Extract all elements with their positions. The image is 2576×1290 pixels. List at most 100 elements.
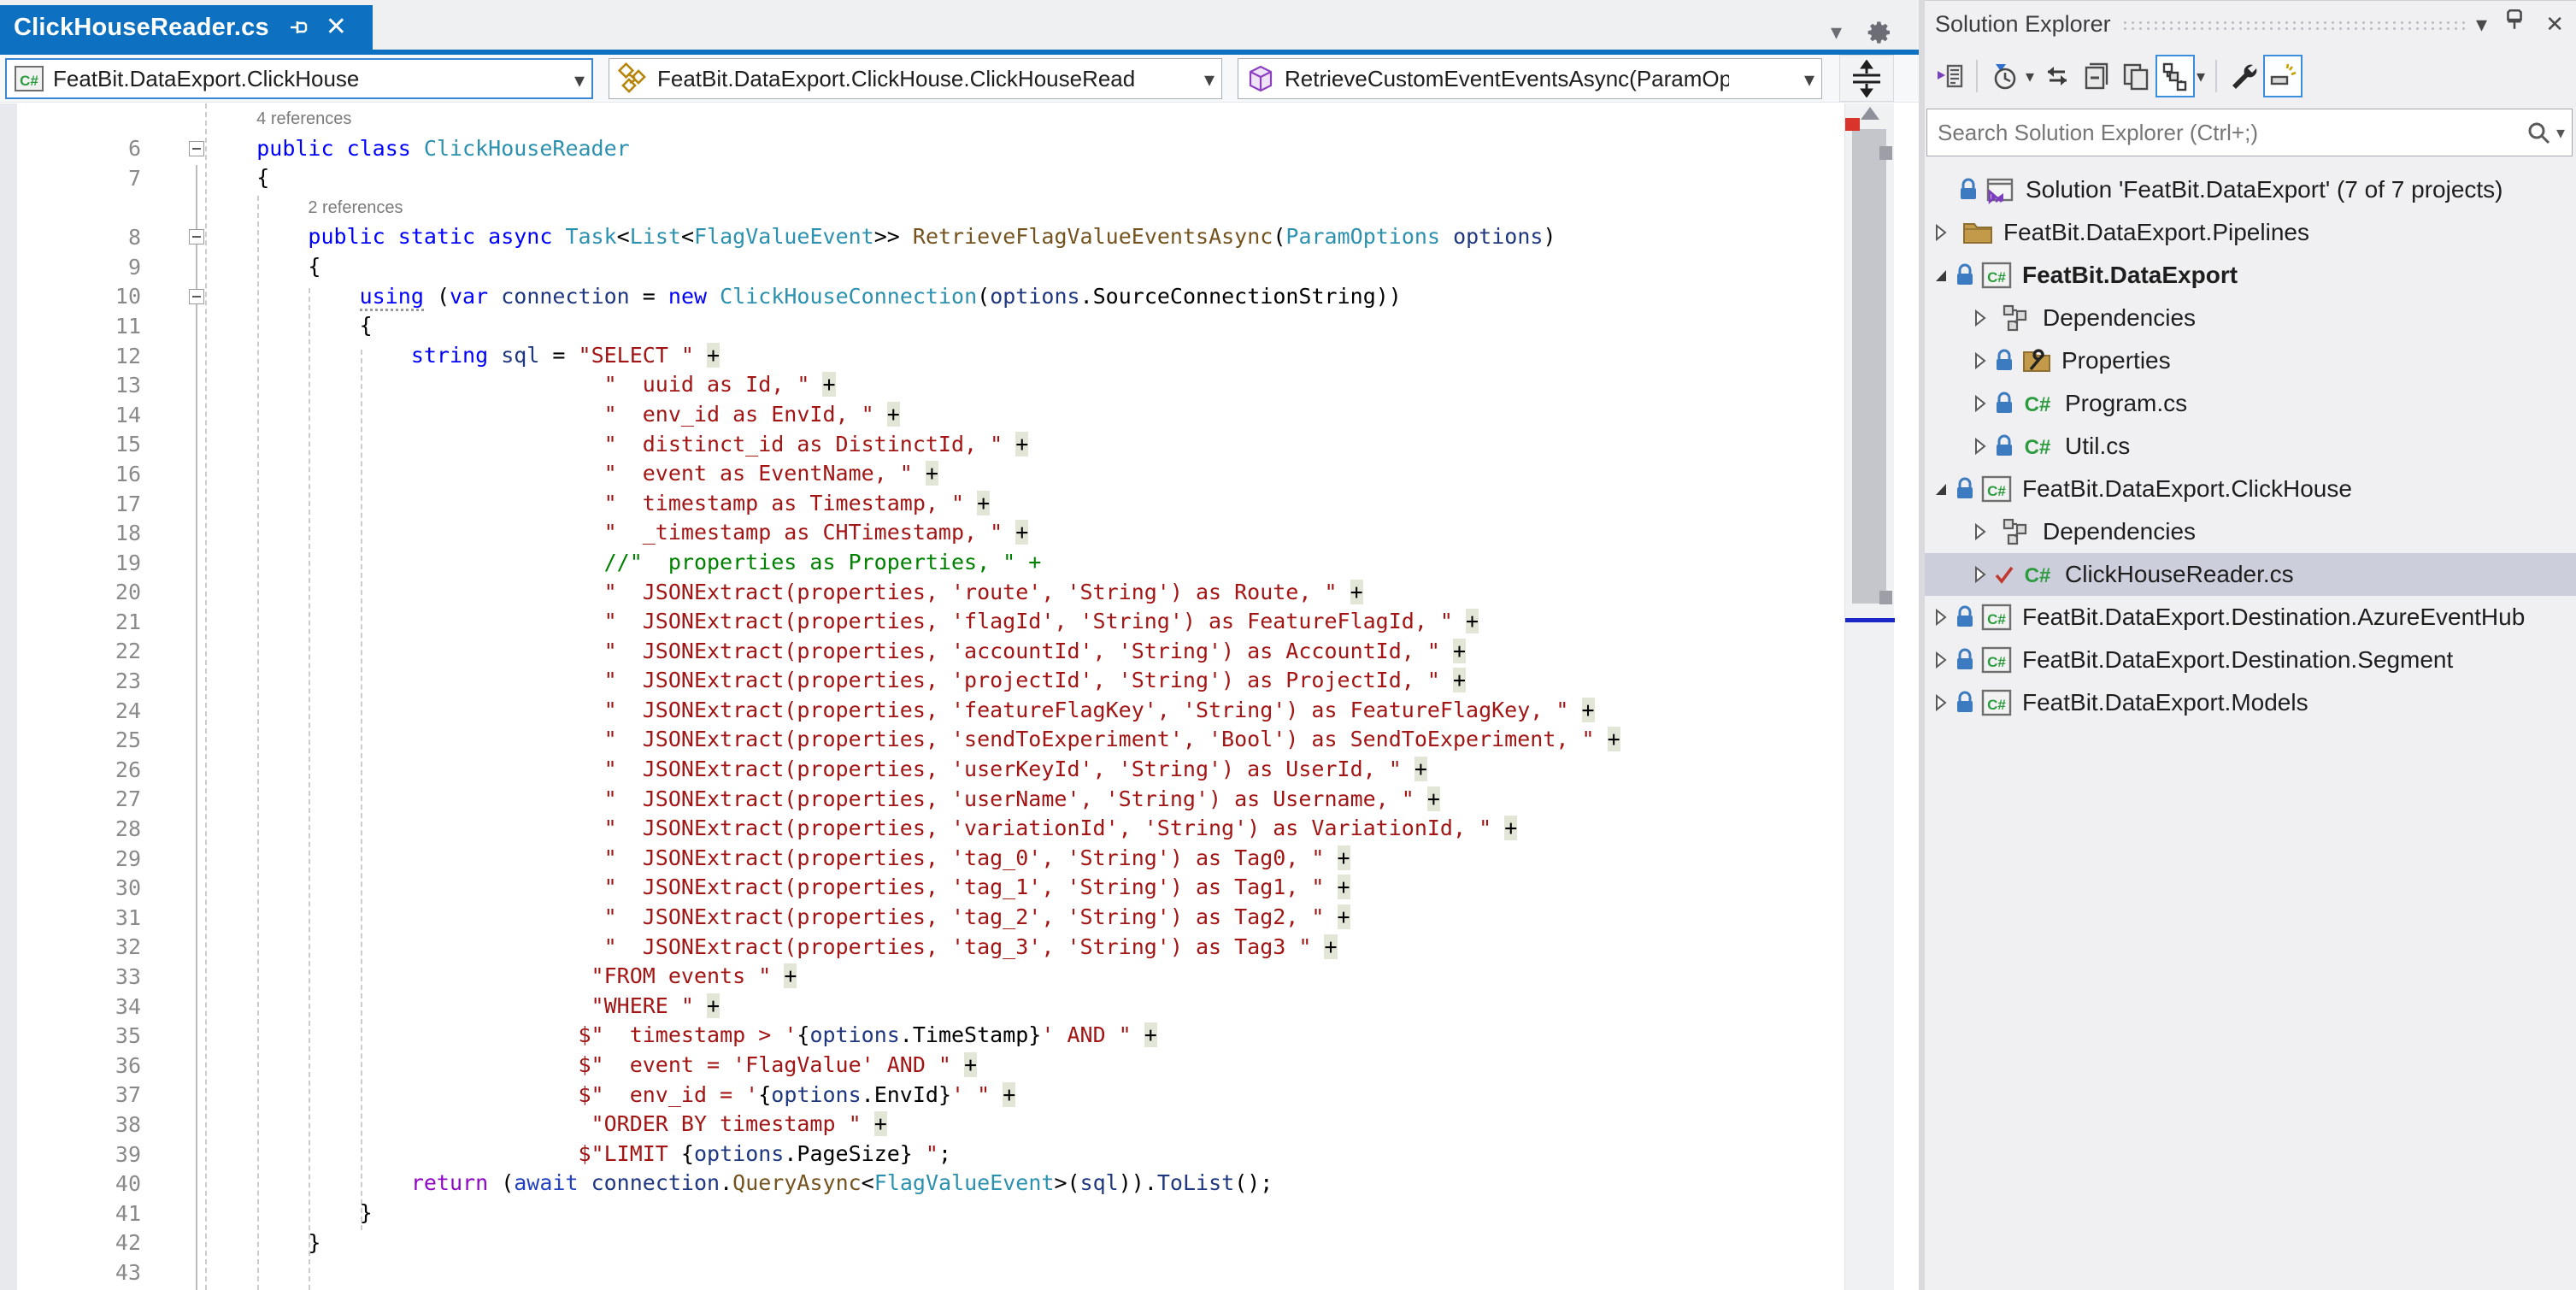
collapsed-arrow-icon[interactable]	[1967, 565, 1993, 584]
tree-item-featbit-dataexport-destination-segment[interactable]: C#FeatBit.DataExport.Destination.Segment	[1925, 639, 2576, 681]
tree-item-featbit-dataexport[interactable]: C#FeatBit.DataExport	[1925, 254, 2576, 297]
line-number[interactable]: 43	[0, 1260, 154, 1285]
line-number[interactable]: 19	[0, 551, 154, 575]
gear-icon[interactable]	[1866, 19, 1893, 46]
tree-item-clickhousereader-cs[interactable]: C#ClickHouseReader.cs	[1925, 553, 2576, 596]
collapsed-arrow-icon[interactable]	[1928, 223, 1954, 242]
pin-icon[interactable]	[2502, 8, 2526, 32]
code-line[interactable]: 17 " timestamp as Timestamp, " +	[0, 489, 1919, 519]
collapsed-arrow-icon[interactable]	[1967, 522, 1993, 541]
code-text[interactable]: public class ClickHouseReader	[205, 134, 630, 164]
codelens-row[interactable]: 2 references	[0, 193, 1919, 223]
code-text[interactable]: " distinct_id as DistinctId, " +	[205, 430, 1028, 460]
code-text[interactable]: " JSONExtract(properties, 'projectId', '…	[205, 666, 1466, 696]
code-text[interactable]: " JSONExtract(properties, 'variationId',…	[205, 814, 1517, 844]
line-number[interactable]: 22	[0, 639, 154, 663]
chevron-down-icon[interactable]: ▾	[2556, 122, 2565, 144]
code-line[interactable]: 8 public static async Task<List<FlagValu…	[0, 222, 1919, 252]
line-number[interactable]: 9	[0, 255, 154, 280]
close-icon[interactable]: ✕	[2545, 11, 2564, 38]
expanded-arrow-icon[interactable]	[1928, 266, 1954, 285]
tree-item-solution-featbit-dataexport-7-of-7-projects-[interactable]: Solution 'FeatBit.DataExport' (7 of 7 pr…	[1925, 168, 2576, 211]
line-number[interactable]: 27	[0, 786, 154, 811]
code-line[interactable]: 25 " JSONExtract(properties, 'sendToExpe…	[0, 725, 1919, 755]
code-text[interactable]: " JSONExtract(properties, 'userName', 'S…	[205, 785, 1440, 815]
line-number[interactable]: 8	[0, 225, 154, 250]
switch-views-icon[interactable]	[1930, 55, 1969, 97]
line-number[interactable]: 23	[0, 669, 154, 693]
line-number[interactable]: 13	[0, 373, 154, 398]
code-text[interactable]: " event as EventName, " +	[205, 459, 938, 489]
pin-icon[interactable]	[288, 16, 310, 38]
code-text[interactable]: " JSONExtract(properties, 'route', 'Stri…	[205, 578, 1363, 608]
project-dropdown[interactable]: C# FeatBit.DataExport.ClickHouse ▾	[5, 58, 593, 99]
code-text[interactable]: " JSONExtract(properties, 'flagId', 'Str…	[205, 607, 1479, 637]
line-number[interactable]: 33	[0, 964, 154, 989]
line-number[interactable]: 12	[0, 344, 154, 368]
search-box[interactable]: Search Solution Explorer (Ctrl+;) ▾	[1926, 109, 2573, 156]
code-line[interactable]: 40 return (await connection.QueryAsync<F…	[0, 1169, 1919, 1199]
member-dropdown[interactable]: RetrieveCustomEventEventsAsync(ParamOpti…	[1238, 58, 1822, 99]
line-number[interactable]: 14	[0, 403, 154, 427]
code-text[interactable]: using (var connection = new ClickHouseCo…	[205, 282, 1402, 312]
tree-item-util-cs[interactable]: C#Util.cs	[1925, 425, 2576, 468]
code-line[interactable]: 42 }	[0, 1228, 1919, 1258]
code-line[interactable]: 26 " JSONExtract(properties, 'userKeyId'…	[0, 755, 1919, 785]
chevron-down-icon[interactable]: ▾	[1804, 68, 1814, 92]
scrollbar-thumb[interactable]	[1852, 129, 1886, 604]
code-editor[interactable]: 4 references6 public class ClickHouseRea…	[0, 103, 1919, 1290]
collapsed-arrow-icon[interactable]	[1928, 608, 1954, 627]
close-icon[interactable]: ✕	[326, 15, 347, 40]
line-number[interactable]: 25	[0, 727, 154, 752]
line-number[interactable]: 40	[0, 1171, 154, 1196]
line-number[interactable]: 38	[0, 1112, 154, 1137]
code-line[interactable]: 38 "ORDER BY timestamp " +	[0, 1110, 1919, 1140]
code-text[interactable]: $" event = 'FlagValue' AND " +	[205, 1051, 977, 1081]
expanded-arrow-icon[interactable]	[1928, 480, 1954, 498]
collapse-region-button[interactable]	[189, 289, 204, 304]
code-text[interactable]: " JSONExtract(properties, 'tag_1', 'Stri…	[205, 873, 1350, 903]
line-number[interactable]: 10	[0, 284, 154, 309]
code-line[interactable]: 36 $" event = 'FlagValue' AND " +	[0, 1051, 1919, 1081]
code-text[interactable]: " JSONExtract(properties, 'tag_0', 'Stri…	[205, 844, 1350, 874]
code-text[interactable]: }	[205, 1199, 373, 1228]
code-text[interactable]: string sql = "SELECT " +	[205, 341, 720, 371]
tree-item-properties[interactable]: Properties	[1925, 339, 2576, 382]
line-number[interactable]: 37	[0, 1082, 154, 1107]
code-text[interactable]: " env_id as EnvId, " +	[205, 400, 900, 430]
code-line[interactable]: 18 " _timestamp as CHTimestamp, " +	[0, 518, 1919, 548]
code-line[interactable]: 23 " JSONExtract(properties, 'projectId'…	[0, 666, 1919, 696]
line-number[interactable]: 16	[0, 462, 154, 486]
collapsed-arrow-icon[interactable]	[1928, 651, 1954, 669]
split-editor-button[interactable]	[1839, 55, 1894, 102]
codelens-row[interactable]: 4 references	[0, 104, 1919, 134]
collapsed-arrow-icon[interactable]	[1967, 394, 1993, 413]
scrollbar-up-arrow-icon[interactable]	[1861, 107, 1879, 120]
code-line[interactable]: 19 //" properties as Properties, " +	[0, 548, 1919, 578]
code-line[interactable]: 43	[0, 1258, 1919, 1287]
chevron-down-icon[interactable]: ▾	[2197, 66, 2205, 87]
code-text[interactable]: " JSONExtract(properties, 'sendToExperim…	[205, 725, 1620, 755]
code-line[interactable]: 32 " JSONExtract(properties, 'tag_3', 'S…	[0, 933, 1919, 963]
code-line[interactable]: 6 public class ClickHouseReader	[0, 134, 1919, 164]
code-line[interactable]: 34 "WHERE " +	[0, 992, 1919, 1022]
line-number[interactable]: 41	[0, 1201, 154, 1226]
code-line[interactable]: 15 " distinct_id as DistinctId, " +	[0, 430, 1919, 460]
code-text[interactable]: "FROM events " +	[205, 962, 797, 992]
code-line[interactable]: 9 {	[0, 252, 1919, 282]
code-line[interactable]: 10 using (var connection = new ClickHous…	[0, 282, 1919, 312]
line-number[interactable]: 30	[0, 875, 154, 900]
line-number[interactable]: 6	[0, 136, 154, 161]
code-text[interactable]: {	[205, 311, 373, 341]
code-text[interactable]: " JSONExtract(properties, 'featureFlagKe…	[205, 696, 1595, 726]
code-line[interactable]: 22 " JSONExtract(properties, 'accountId'…	[0, 637, 1919, 667]
code-line[interactable]: 41 }	[0, 1199, 1919, 1228]
line-number[interactable]: 20	[0, 580, 154, 604]
code-line[interactable]: 21 " JSONExtract(properties, 'flagId', '…	[0, 607, 1919, 637]
code-line[interactable]: 39 $"LIMIT {options.PageSize} ";	[0, 1140, 1919, 1169]
code-line[interactable]: 14 " env_id as EnvId, " +	[0, 400, 1919, 430]
type-dropdown[interactable]: FeatBit.DataExport.ClickHouse.ClickHouse…	[609, 58, 1222, 99]
code-text[interactable]: " _timestamp as CHTimestamp, " +	[205, 518, 1028, 548]
line-number[interactable]: 34	[0, 994, 154, 1019]
line-number[interactable]: 39	[0, 1142, 154, 1167]
